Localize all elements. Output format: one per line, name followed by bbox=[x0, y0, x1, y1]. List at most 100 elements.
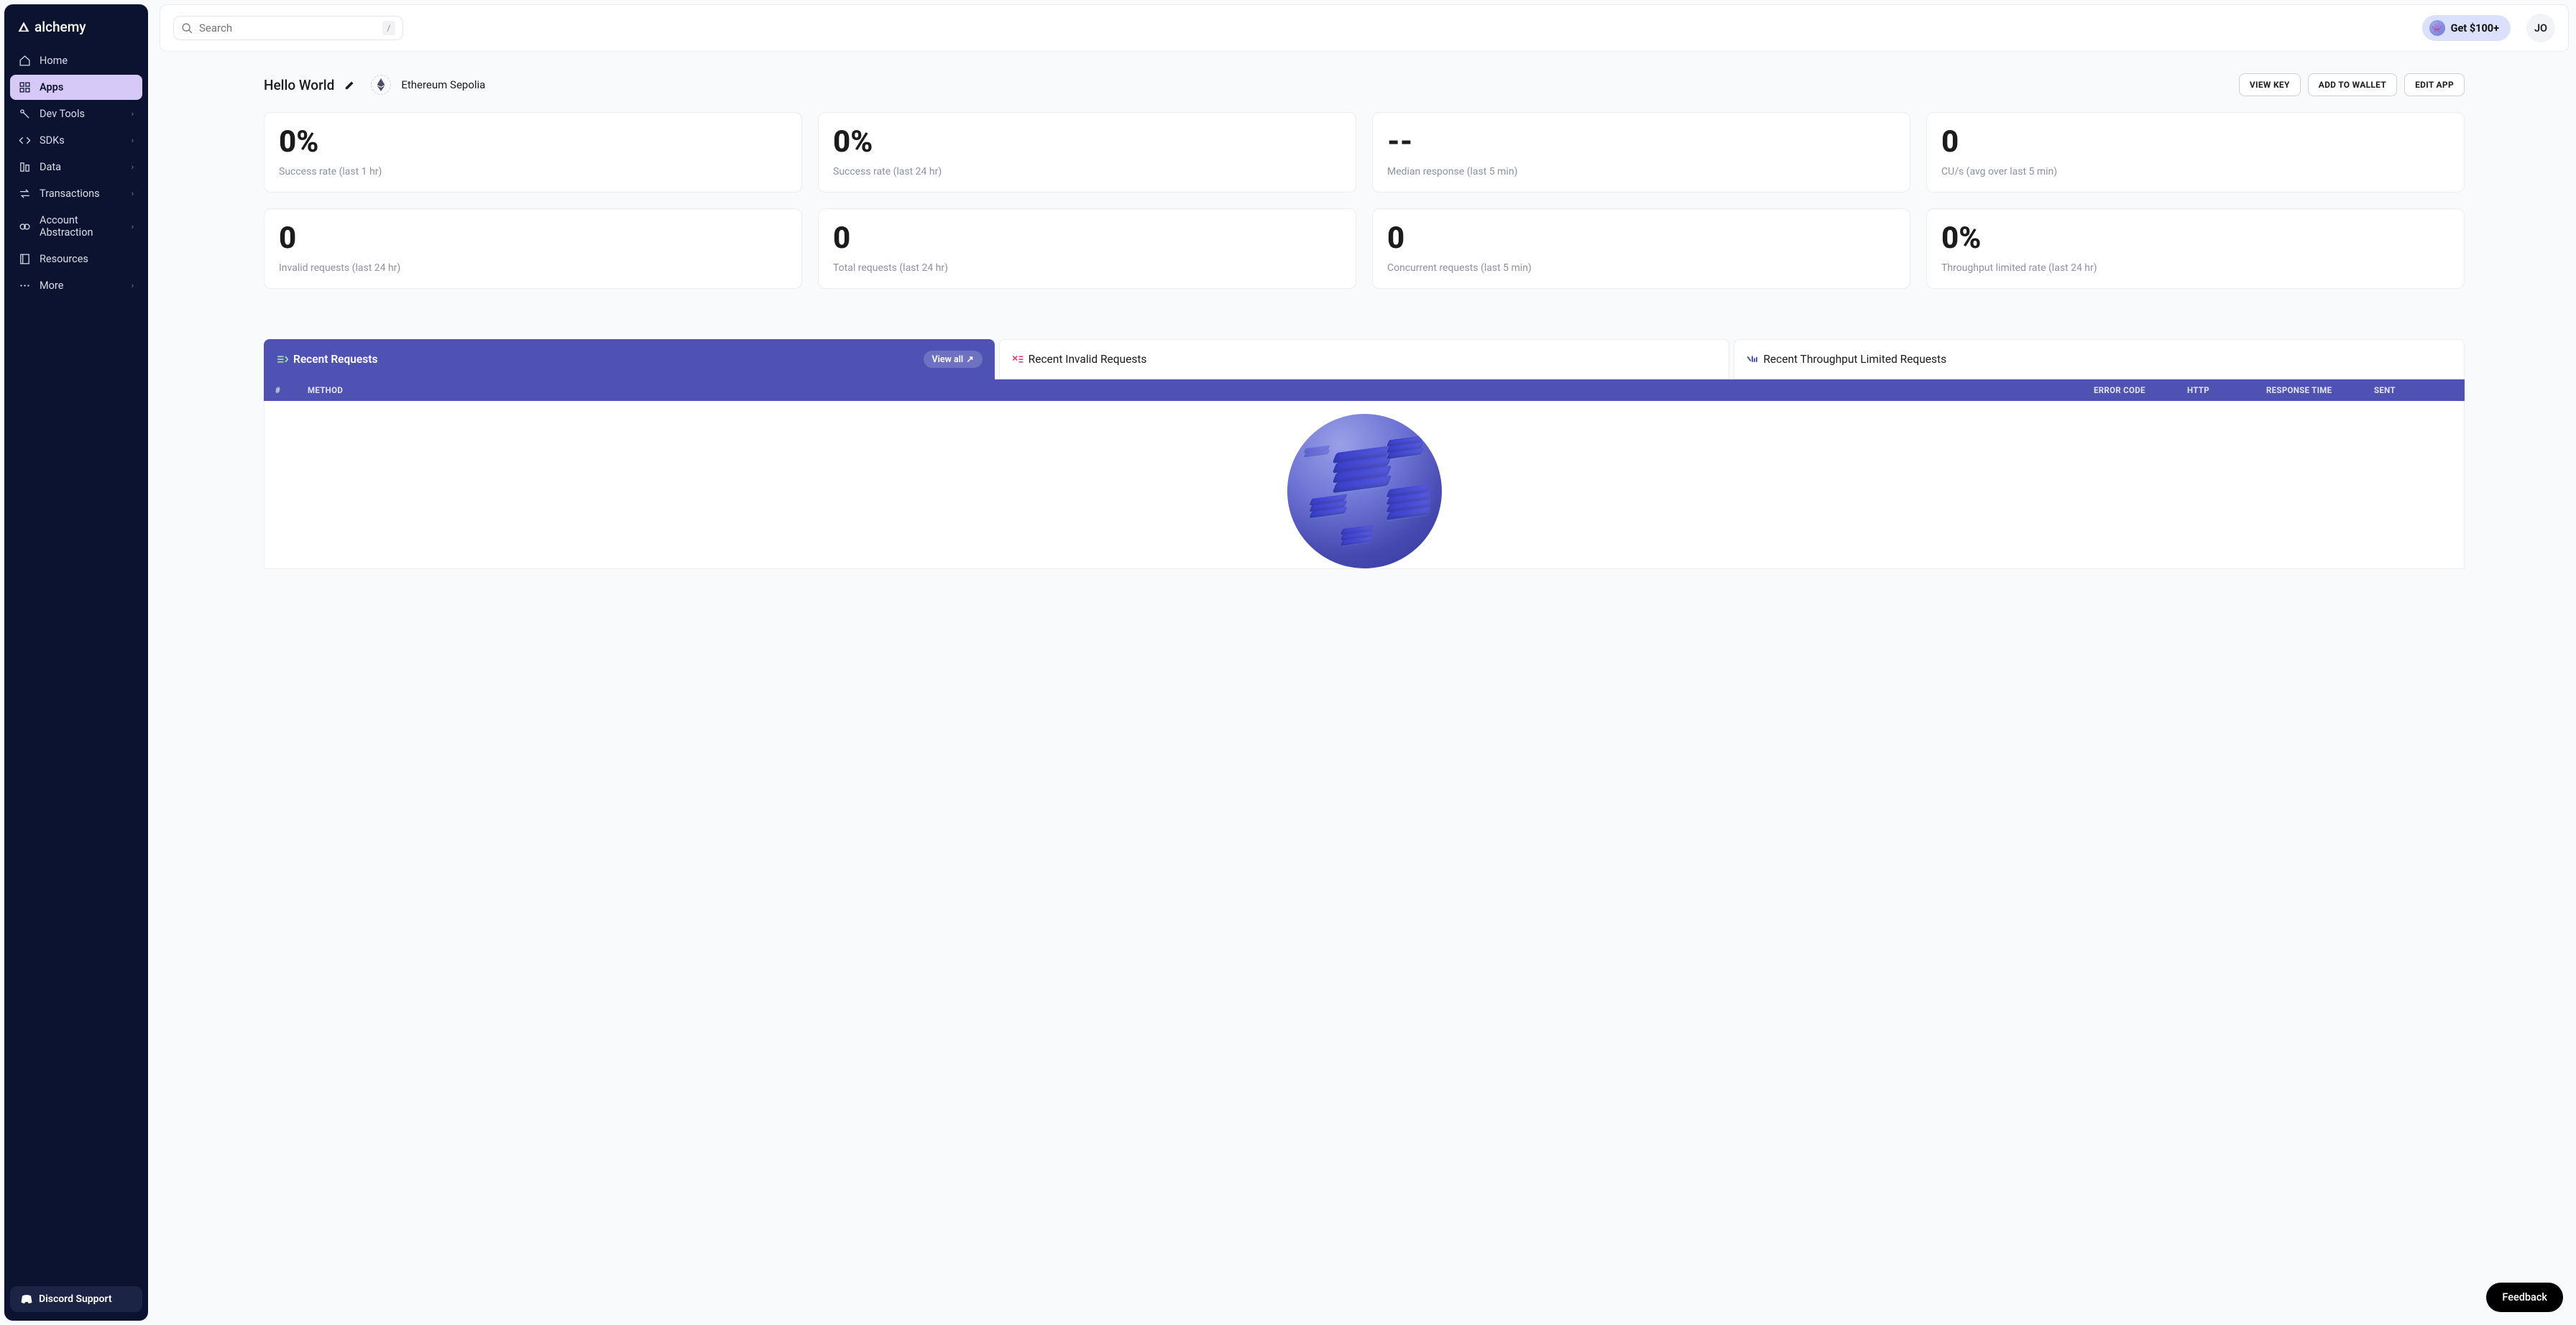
stats-row-2: 0 Invalid requests (last 24 hr) 0 Total … bbox=[264, 208, 2465, 289]
stat-throughput-limited: 0% Throughput limited rate (last 24 hr) bbox=[1926, 208, 2465, 289]
main: / 👾 Get $100+ JO Hello World Ethereum Se… bbox=[152, 0, 2576, 1325]
app-title: Hello World bbox=[264, 77, 334, 93]
stat-success-rate-24hr: 0% Success rate (last 24 hr) bbox=[818, 112, 1356, 193]
sidebar-item-resources[interactable]: Resources bbox=[10, 246, 142, 272]
col-method: METHOD bbox=[308, 385, 2094, 395]
requests-table-header: # METHOD ERROR CODE HTTP RESPONSE TIME S… bbox=[264, 379, 2465, 401]
sidebar-item-label: Data bbox=[40, 161, 61, 173]
logo[interactable]: alchemy bbox=[10, 13, 142, 48]
sidebar-item-apps[interactable]: Apps bbox=[10, 75, 142, 100]
stat-total-requests: 0 Total requests (last 24 hr) bbox=[818, 208, 1356, 289]
request-tabs: Recent Requests View all ↗ Recent Invali… bbox=[264, 339, 2465, 379]
code-icon bbox=[19, 134, 31, 147]
rewards-button[interactable]: 👾 Get $100+ bbox=[2422, 15, 2511, 41]
topbar: / 👾 Get $100+ JO bbox=[160, 4, 2569, 52]
view-all-button[interactable]: View all ↗ bbox=[924, 351, 983, 368]
col-http: HTTP bbox=[2187, 385, 2266, 395]
reward-label: Get $100+ bbox=[2451, 22, 2499, 34]
stat-value: 0 bbox=[279, 222, 787, 255]
search-input[interactable] bbox=[199, 22, 382, 34]
edit-icon[interactable] bbox=[344, 80, 355, 91]
tab-throughput-limited[interactable]: Recent Throughput Limited Requests bbox=[1734, 339, 2465, 379]
sidebar-item-label: Apps bbox=[40, 81, 63, 93]
resources-icon bbox=[19, 253, 31, 265]
tab-invalid-requests[interactable]: Recent Invalid Requests bbox=[999, 339, 1730, 379]
col-error: ERROR CODE bbox=[2094, 385, 2187, 395]
user-avatar[interactable]: JO bbox=[2526, 14, 2555, 42]
stat-value: 0 bbox=[1941, 126, 2450, 159]
stat-value: 0% bbox=[279, 126, 787, 159]
abstraction-icon bbox=[19, 221, 31, 233]
apps-icon bbox=[19, 81, 31, 93]
stat-value: -- bbox=[1387, 126, 1895, 159]
stat-concurrent-requests: 0 Concurrent requests (last 5 min) bbox=[1372, 208, 1910, 289]
app-header: Hello World Ethereum Sepolia VIEW KEY AD… bbox=[264, 73, 2465, 96]
network-label: Ethereum Sepolia bbox=[401, 78, 485, 91]
stat-label: Total requests (last 24 hr) bbox=[833, 262, 1341, 274]
sidebar-item-label: Transactions bbox=[40, 188, 100, 200]
reward-emoji-icon: 👾 bbox=[2429, 20, 2445, 36]
chevron-right-icon: › bbox=[132, 189, 134, 198]
sidebar-item-label: SDKs bbox=[40, 134, 65, 147]
sidebar: alchemy Home Apps Dev Tools › SDKs › Dat… bbox=[4, 4, 148, 1321]
edit-app-button[interactable]: EDIT APP bbox=[2404, 73, 2465, 96]
transactions-icon bbox=[19, 188, 31, 200]
stat-value: 0% bbox=[833, 126, 1341, 159]
brand-name: alchemy bbox=[34, 19, 86, 35]
view-key-button[interactable]: VIEW KEY bbox=[2239, 73, 2301, 96]
stat-label: Median response (last 5 min) bbox=[1387, 166, 1895, 177]
stat-median-response: -- Median response (last 5 min) bbox=[1372, 112, 1910, 193]
tab-label: Recent Requests bbox=[293, 353, 377, 366]
alchemy-logo-icon bbox=[17, 21, 30, 34]
data-icon bbox=[19, 161, 31, 173]
home-icon bbox=[19, 55, 31, 67]
feedback-button[interactable]: Feedback bbox=[2486, 1283, 2563, 1312]
add-to-wallet-button[interactable]: ADD TO WALLET bbox=[2308, 73, 2397, 96]
stat-label: Concurrent requests (last 5 min) bbox=[1387, 262, 1895, 274]
sidebar-item-label: Home bbox=[40, 55, 68, 67]
more-icon bbox=[19, 280, 31, 292]
recent-requests-icon bbox=[276, 354, 289, 364]
invalid-requests-icon bbox=[1011, 354, 1024, 364]
throughput-icon bbox=[1746, 354, 1759, 364]
external-link-icon: ↗ bbox=[966, 354, 973, 365]
wrench-icon bbox=[19, 108, 31, 120]
stat-label: Invalid requests (last 24 hr) bbox=[279, 262, 787, 274]
stat-cu-per-sec: 0 CU/s (avg over last 5 min) bbox=[1926, 112, 2465, 193]
discord-label: Discord Support bbox=[39, 1293, 112, 1305]
chevron-right-icon: › bbox=[132, 222, 134, 231]
view-all-label: View all bbox=[932, 354, 964, 365]
search-input-wrapper[interactable]: / bbox=[173, 16, 403, 40]
sidebar-item-data[interactable]: Data › bbox=[10, 154, 142, 180]
empty-state-illustration bbox=[1287, 414, 1442, 568]
tab-label: Recent Throughput Limited Requests bbox=[1763, 353, 1946, 366]
sidebar-item-transactions[interactable]: Transactions › bbox=[10, 181, 142, 206]
sidebar-item-account-abstraction[interactable]: Account Abstraction › bbox=[10, 208, 142, 245]
user-initials: JO bbox=[2534, 22, 2547, 34]
tab-recent-requests[interactable]: Recent Requests View all ↗ bbox=[264, 339, 995, 379]
stat-value: 0 bbox=[833, 222, 1341, 255]
empty-state bbox=[264, 401, 2465, 569]
sidebar-item-label: Account Abstraction bbox=[40, 214, 123, 239]
content: Hello World Ethereum Sepolia VIEW KEY AD… bbox=[160, 52, 2569, 569]
stat-value: 0% bbox=[1941, 222, 2450, 255]
col-response-time: RESPONSE TIME bbox=[2266, 385, 2374, 395]
tab-label: Recent Invalid Requests bbox=[1029, 353, 1147, 366]
sidebar-item-more[interactable]: More › bbox=[10, 273, 142, 298]
slash-hint: / bbox=[382, 21, 395, 35]
sidebar-item-label: More bbox=[40, 280, 63, 292]
sidebar-item-label: Resources bbox=[40, 253, 88, 265]
sidebar-item-label: Dev Tools bbox=[40, 108, 85, 120]
sidebar-item-home[interactable]: Home bbox=[10, 48, 142, 73]
stat-invalid-requests: 0 Invalid requests (last 24 hr) bbox=[264, 208, 802, 289]
header-buttons: VIEW KEY ADD TO WALLET EDIT APP bbox=[2239, 73, 2465, 96]
sidebar-item-sdks[interactable]: SDKs › bbox=[10, 128, 142, 153]
sidebar-item-devtools[interactable]: Dev Tools › bbox=[10, 101, 142, 126]
stat-label: Throughput limited rate (last 24 hr) bbox=[1941, 262, 2450, 274]
ethereum-icon bbox=[371, 75, 391, 95]
stat-label: Success rate (last 24 hr) bbox=[833, 166, 1341, 177]
discord-support-button[interactable]: Discord Support bbox=[10, 1286, 142, 1312]
chevron-right-icon: › bbox=[132, 136, 134, 145]
stats-row-1: 0% Success rate (last 1 hr) 0% Success r… bbox=[264, 112, 2465, 193]
stat-label: Success rate (last 1 hr) bbox=[279, 166, 787, 177]
